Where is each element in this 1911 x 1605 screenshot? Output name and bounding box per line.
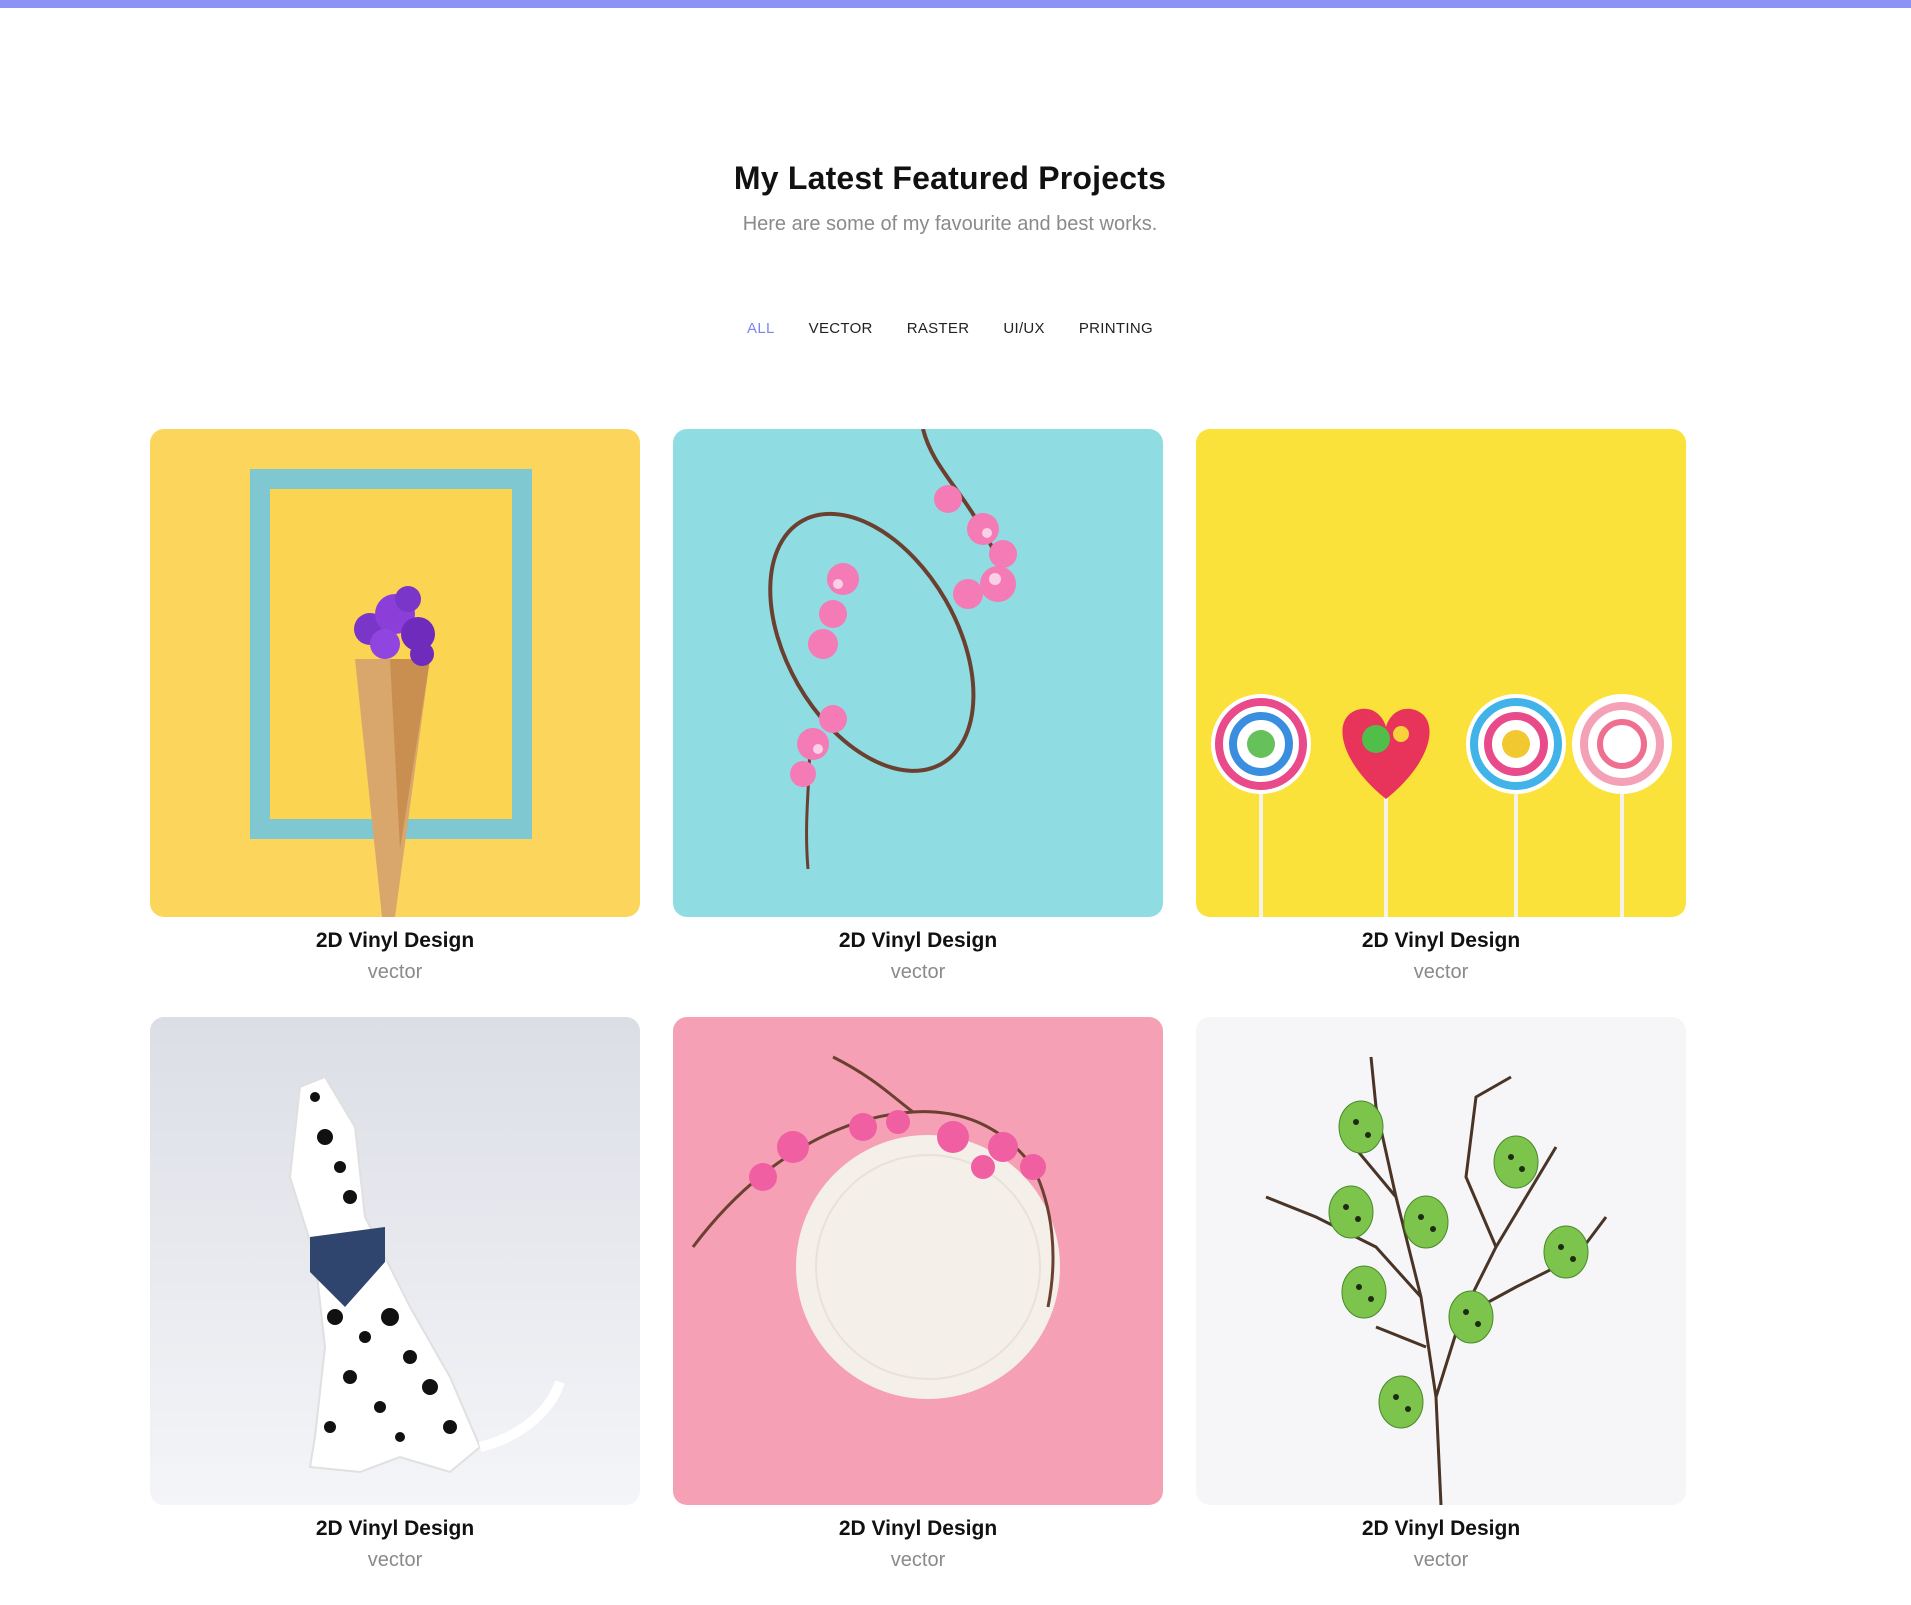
project-card[interactable]: 2D Vinyl Design vector [673, 429, 1163, 1017]
project-image-dalmatian[interactable] [150, 1017, 640, 1505]
project-category: vector [1413, 1549, 1469, 1571]
project-image-flower-cone[interactable] [150, 429, 640, 917]
project-image-plate-blossoms[interactable] [673, 1017, 1163, 1505]
filter-vector[interactable]: VECTOR [809, 320, 873, 337]
project-image-flower-wreath[interactable] [673, 429, 1163, 917]
project-card[interactable]: 2D Vinyl Design vector [150, 1017, 640, 1605]
project-card[interactable]: 2D Vinyl Design vector [1196, 1017, 1686, 1605]
project-image-lollipops[interactable] [1196, 429, 1686, 917]
project-category: vector [1413, 961, 1469, 983]
project-category: vector [890, 1549, 946, 1571]
project-title[interactable]: 2D Vinyl Design [150, 1517, 640, 1541]
filter-uiux[interactable]: UI/UX [1003, 320, 1045, 337]
page-title: My Latest Featured Projects [733, 160, 1167, 196]
project-title[interactable]: 2D Vinyl Design [150, 929, 640, 953]
filter-printing[interactable]: PRINTING [1079, 320, 1153, 337]
page-subtitle: Here are some of my favourite and best w… [742, 213, 1158, 235]
project-grid: 2D Vinyl Design vector 2D Vinyl Design v… [150, 429, 1686, 1605]
section-header: My Latest Featured Projects Here are som… [0, 160, 1900, 236]
project-category: vector [890, 961, 946, 983]
filter-raster[interactable]: RASTER [907, 320, 970, 337]
project-title[interactable]: 2D Vinyl Design [1196, 1517, 1686, 1541]
project-card[interactable]: 2D Vinyl Design vector [1196, 429, 1686, 1017]
project-card[interactable]: 2D Vinyl Design vector [150, 429, 640, 1017]
project-card[interactable]: 2D Vinyl Design vector [673, 1017, 1163, 1605]
project-category: vector [367, 1549, 423, 1571]
top-accent-bar [0, 0, 1911, 8]
project-title[interactable]: 2D Vinyl Design [1196, 929, 1686, 953]
project-title[interactable]: 2D Vinyl Design [673, 1517, 1163, 1541]
filter-bar: ALL VECTOR RASTER UI/UX PRINTING [0, 320, 1900, 337]
project-category: vector [367, 961, 423, 983]
project-image-green-eggs[interactable] [1196, 1017, 1686, 1505]
project-title[interactable]: 2D Vinyl Design [673, 929, 1163, 953]
filter-all[interactable]: ALL [747, 320, 775, 337]
